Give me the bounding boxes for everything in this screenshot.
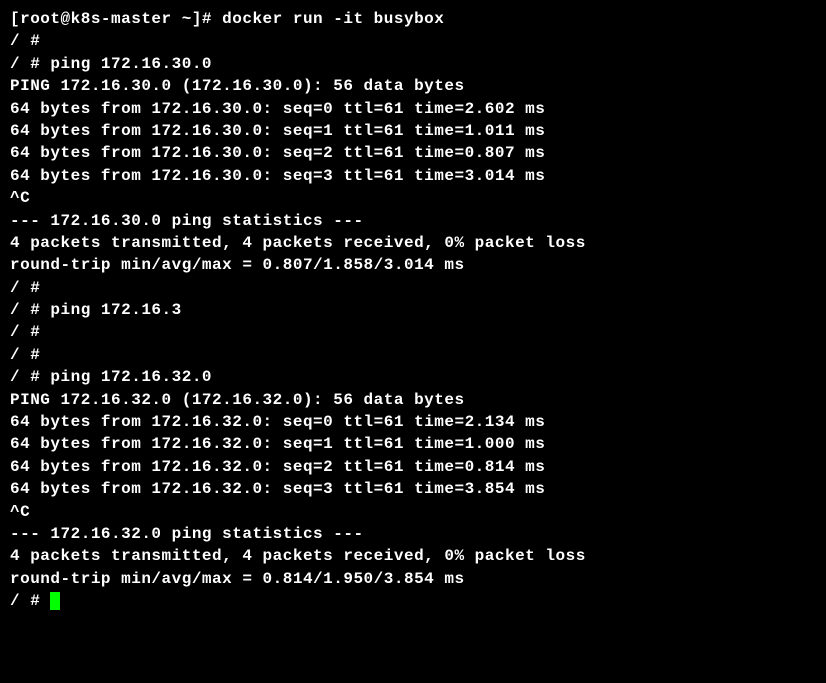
ping-reply: 64 bytes from 172.16.32.0: seq=0 ttl=61 … — [10, 411, 816, 433]
shell-prompt-line: / # — [10, 277, 816, 299]
ping-header: PING 172.16.32.0 (172.16.32.0): 56 data … — [10, 389, 816, 411]
ping-reply: 64 bytes from 172.16.30.0: seq=2 ttl=61 … — [10, 142, 816, 164]
ping-reply: 64 bytes from 172.16.30.0: seq=1 ttl=61 … — [10, 120, 816, 142]
shell-prompt-line: / # ping 172.16.32.0 — [10, 366, 816, 388]
cursor — [50, 592, 60, 610]
ping-stats-rtt: round-trip min/avg/max = 0.814/1.950/3.8… — [10, 568, 816, 590]
shell-prompt-line: / # ping 172.16.3 — [10, 299, 816, 321]
shell-prompt-line: / # — [10, 590, 816, 612]
ping-command-partial: ping 172.16.3 — [50, 301, 181, 319]
ping-command: ping 172.16.30.0 — [50, 55, 212, 73]
ping-stats-packets: 4 packets transmitted, 4 packets receive… — [10, 232, 816, 254]
host-prompt: [root@k8s-master ~]# — [10, 10, 222, 28]
ping-reply: 64 bytes from 172.16.32.0: seq=3 ttl=61 … — [10, 478, 816, 500]
ping-stats-rtt: round-trip min/avg/max = 0.807/1.858/3.0… — [10, 254, 816, 276]
interrupt: ^C — [10, 187, 816, 209]
ping-stats-packets: 4 packets transmitted, 4 packets receive… — [10, 545, 816, 567]
shell-prompt-line: / # ping 172.16.30.0 — [10, 53, 816, 75]
ping-reply: 64 bytes from 172.16.32.0: seq=2 ttl=61 … — [10, 456, 816, 478]
ping-reply: 64 bytes from 172.16.32.0: seq=1 ttl=61 … — [10, 433, 816, 455]
shell-prompt-line: / # — [10, 30, 816, 52]
ping-stats-header: --- 172.16.32.0 ping statistics --- — [10, 523, 816, 545]
terminal-output[interactable]: [root@k8s-master ~]# docker run -it busy… — [10, 8, 816, 613]
docker-command: docker run -it busybox — [222, 10, 444, 28]
ping-command: ping 172.16.32.0 — [50, 368, 212, 386]
interrupt: ^C — [10, 501, 816, 523]
host-prompt-line: [root@k8s-master ~]# docker run -it busy… — [10, 8, 816, 30]
ping-stats-header: --- 172.16.30.0 ping statistics --- — [10, 210, 816, 232]
ping-header: PING 172.16.30.0 (172.16.30.0): 56 data … — [10, 75, 816, 97]
ping-reply: 64 bytes from 172.16.30.0: seq=0 ttl=61 … — [10, 98, 816, 120]
shell-prompt-line: / # — [10, 321, 816, 343]
shell-prompt-line: / # — [10, 344, 816, 366]
ping-reply: 64 bytes from 172.16.30.0: seq=3 ttl=61 … — [10, 165, 816, 187]
